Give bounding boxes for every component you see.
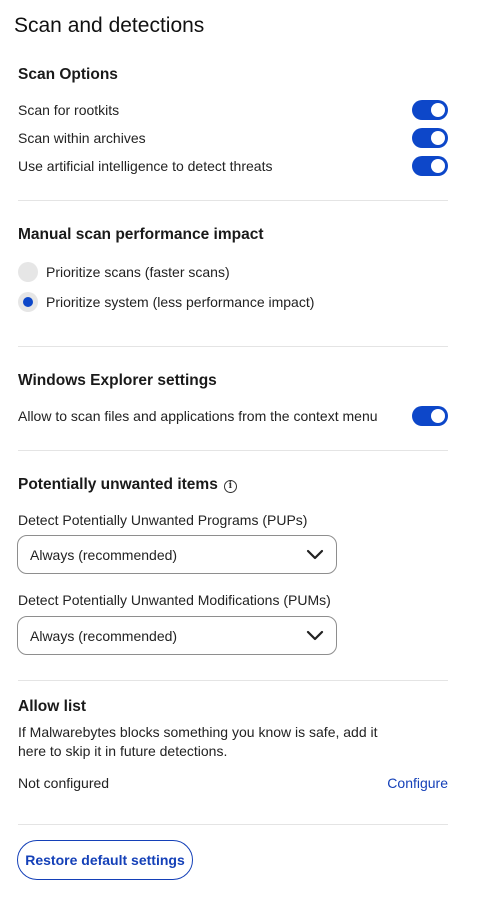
pup-programs-select[interactable]: Always (recommended) [17,535,337,574]
divider [18,680,448,681]
toggle-knob [431,159,445,173]
scan-and-detections-page: Scan and detections Scan Options Scan fo… [0,0,491,909]
radio-label: Prioritize system (less performance impa… [46,294,315,310]
radio-dot [23,297,33,307]
pup-heading: Potentially unwanted items i [18,476,237,494]
divider [18,200,448,201]
radio-unselected[interactable] [18,262,38,282]
restore-default-button[interactable]: Restore default settings [17,840,193,880]
context-menu-label: Allow to scan files and applications fro… [18,408,378,424]
select-value: Always (recommended) [30,627,178,644]
explorer-heading: Windows Explorer settings [18,372,217,389]
archives-label: Scan within archives [18,130,146,146]
pup-programs-label: Detect Potentially Unwanted Programs (PU… [18,512,308,528]
performance-heading: Manual scan performance impact [18,226,264,243]
divider [18,346,448,347]
chevron-down-icon [306,549,324,559]
allow-list-heading: Allow list [18,698,87,715]
divider [18,824,448,825]
scan-options-heading: Scan Options [18,66,118,83]
radio-prioritize-system[interactable]: Prioritize system (less performance impa… [18,291,314,313]
allow-list-status: Not configured [18,775,110,791]
divider [18,450,448,451]
radio-selected[interactable] [18,292,38,312]
toggle-knob [431,131,445,145]
radio-label: Prioritize scans (faster scans) [46,264,230,280]
rootkits-toggle[interactable] [412,100,448,120]
toggle-knob [431,409,445,423]
pup-modifications-select[interactable]: Always (recommended) [17,616,337,655]
ai-detect-label: Use artificial intelligence to detect th… [18,158,273,174]
select-value: Always (recommended) [30,546,178,563]
info-icon[interactable]: i [223,479,237,493]
rootkits-label: Scan for rootkits [18,102,120,118]
pup-modifications-label: Detect Potentially Unwanted Modification… [18,592,331,608]
ai-detect-toggle[interactable] [412,156,448,176]
chevron-down-icon [306,630,324,640]
allow-list-description: If Malwarebytes blocks something you kno… [18,724,378,759]
radio-prioritize-scans[interactable]: Prioritize scans (faster scans) [18,261,230,283]
context-menu-toggle[interactable] [412,406,448,426]
archives-toggle[interactable] [412,128,448,148]
toggle-knob [431,103,445,117]
page-title: Scan and detections [14,14,205,37]
configure-link[interactable]: Configure [387,775,448,791]
pup-heading-text: Potentially unwanted items [18,476,218,493]
